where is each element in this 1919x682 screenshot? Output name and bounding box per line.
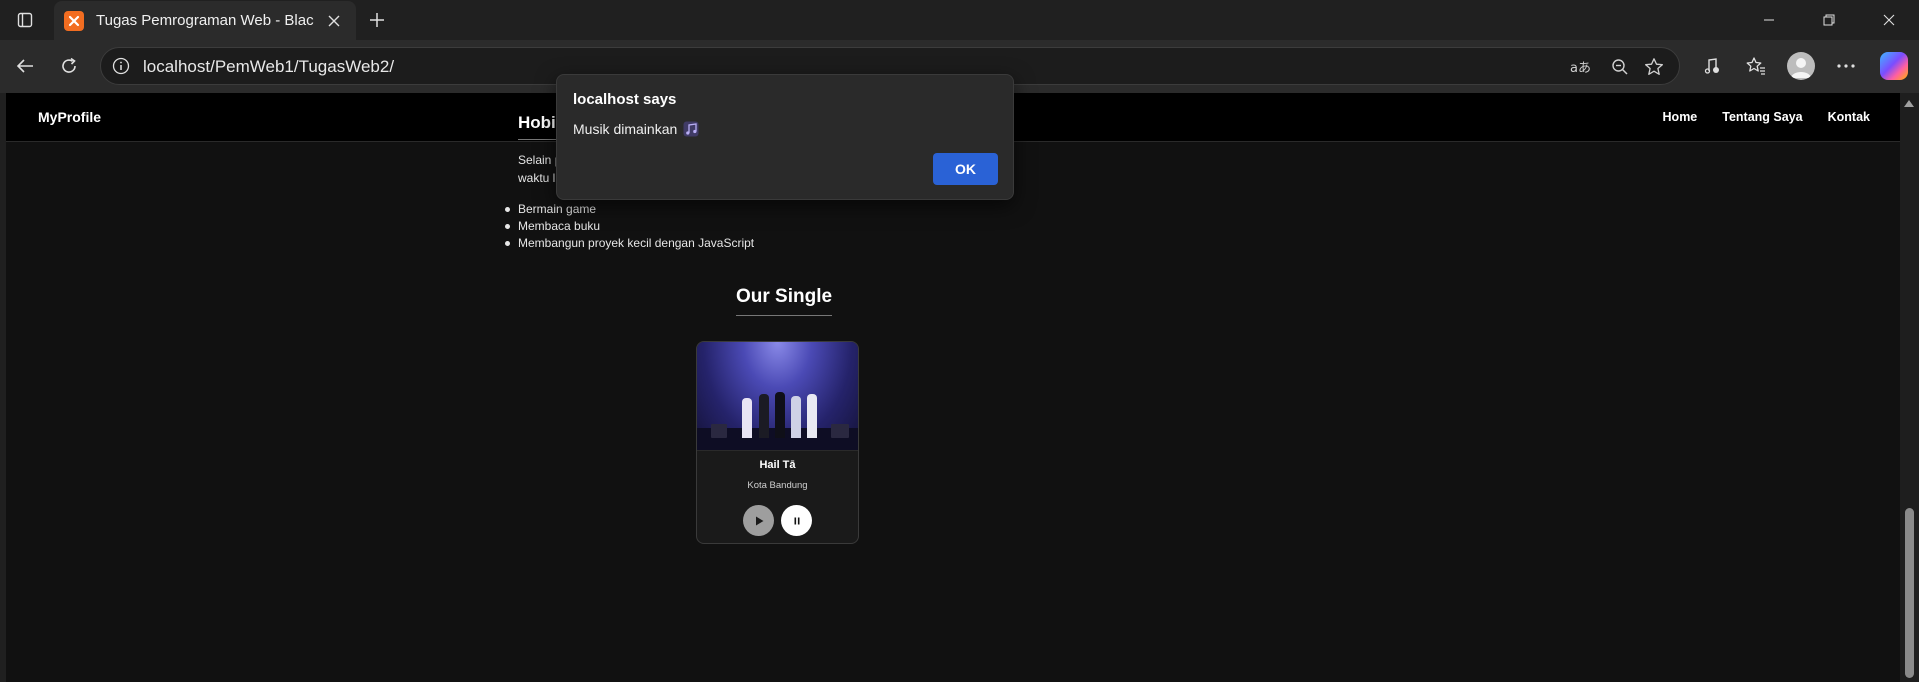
profile-avatar-icon[interactable] [1787,52,1815,80]
scroll-up-arrow-icon[interactable] [1904,100,1914,107]
svg-text:aあ: aあ [1570,61,1591,76]
refresh-icon[interactable] [52,49,86,83]
ok-button[interactable]: OK [933,153,998,185]
song-title: Hail Tā [759,459,796,471]
alert-dialog: localhost says Musik dimainkan OK [556,74,1014,200]
pause-button[interactable] [781,505,812,536]
play-icon [755,516,763,525]
site-info-icon[interactable] [111,56,131,76]
zoom-icon[interactable] [1607,54,1633,80]
new-tab-icon[interactable] [364,7,390,33]
close-window-icon[interactable] [1859,0,1919,40]
list-item: Membangun proyek kecil dengan JavaScript [504,236,755,250]
copilot-icon[interactable] [1880,52,1908,80]
site-brand[interactable]: MyProfile [38,109,101,125]
song-subtitle: Kota Bandung [747,480,808,491]
play-button[interactable] [743,505,774,536]
band-photo [697,342,858,451]
more-options-icon[interactable] [1830,50,1862,82]
favorites-icon[interactable] [1740,50,1772,82]
tab-actions-icon[interactable] [10,8,40,32]
hobi-list: Bermain game Membaca buku Membangun proy… [504,201,755,252]
list-item: Bermain game [504,201,754,218]
media-control-icon[interactable] [1696,50,1728,82]
tab-title: Tugas Pemrograman Web - Black [96,12,314,29]
tab-close-icon[interactable] [322,9,346,33]
nav-link-kontak[interactable]: Kontak [1828,110,1870,124]
tab-strip: Tugas Pemrograman Web - Black [0,0,1919,40]
window-controls [1739,0,1919,40]
song-card: Hail Tā Kota Bandung [696,341,859,544]
pause-icon [794,517,799,524]
back-icon[interactable] [8,49,42,83]
favorite-star-icon[interactable] [1641,54,1667,80]
nav-link-tentang-saya[interactable]: Tentang Saya [1722,110,1802,124]
nav-link-home[interactable]: Home [1663,110,1698,124]
dialog-message-row: Musik dimainkan [573,121,699,137]
scrollbar-thumb[interactable] [1905,508,1914,678]
read-aloud-icon[interactable]: aあ [1567,54,1593,80]
xampp-favicon-icon [64,10,84,31]
list-item: Membaca buku [504,218,754,235]
scrollbar[interactable] [1900,93,1919,682]
url-text[interactable]: localhost/PemWeb1/TugasWeb2/ [143,57,394,77]
our-single-heading: Our Single [736,286,833,316]
browser-tab[interactable]: Tugas Pemrograman Web - Black [54,1,356,40]
hobi-heading: Hobi [518,113,556,140]
site-nav-links: Home Tentang Saya Kontak [1663,110,1870,124]
dialog-title: localhost says [573,91,677,108]
music-note-icon [683,121,699,137]
minimize-icon[interactable] [1739,0,1799,40]
dialog-message: Musik dimainkan [573,121,678,137]
restore-icon[interactable] [1799,0,1859,40]
